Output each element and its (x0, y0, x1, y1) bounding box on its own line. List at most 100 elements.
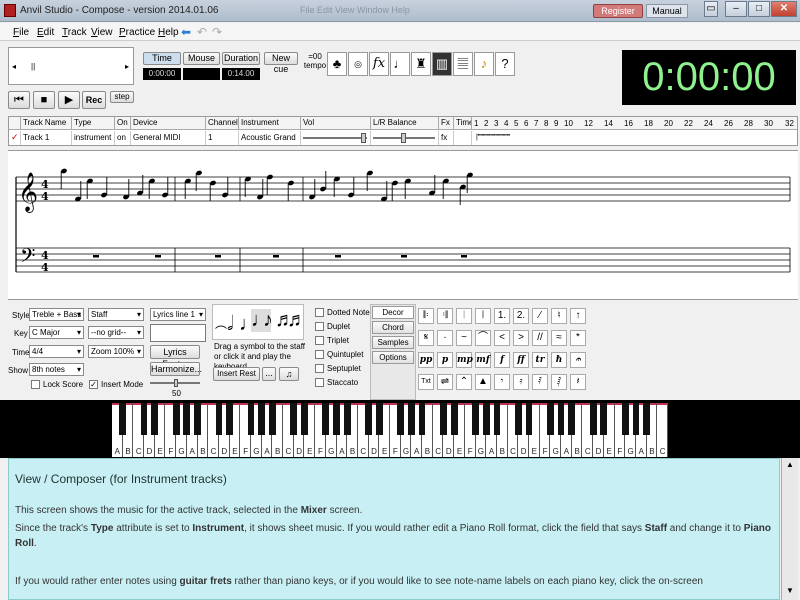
black-key[interactable] (247, 403, 255, 435)
stop-button[interactable]: ■ (33, 91, 55, 109)
metronome-icon[interactable]: ♣ (327, 52, 347, 76)
quintuplet-checkbox[interactable] (315, 350, 324, 359)
view-dropdown[interactable]: Staff (88, 308, 144, 321)
header-track-name[interactable]: Track Name (21, 117, 72, 130)
volume-thumb[interactable] (361, 133, 366, 143)
manual-button[interactable]: Manual (646, 4, 688, 18)
track-on-cell[interactable]: on (115, 131, 131, 145)
show-dropdown[interactable]: 8th notes (29, 363, 84, 376)
header-time[interactable]: Time (454, 117, 472, 130)
decor-symbol-1-1[interactable]: · (437, 330, 453, 346)
track-type-cell[interactable]: instrument (72, 131, 115, 145)
black-key[interactable] (621, 403, 629, 435)
black-key[interactable] (258, 403, 266, 435)
minimize-icon[interactable]: – (725, 1, 747, 17)
loop-icon[interactable]: ◎ (348, 52, 368, 76)
black-key[interactable] (493, 403, 501, 435)
decor-symbol-1-4[interactable]: < (494, 330, 510, 346)
lyrics-input[interactable] (150, 324, 206, 342)
mouse-button[interactable]: Mouse (183, 52, 220, 65)
header-channel[interactable]: Channel (206, 117, 239, 130)
decor-symbol-2-5[interactable]: ff (513, 352, 529, 368)
decor-symbol-3-0[interactable]: Txt (418, 374, 434, 390)
time-button[interactable]: Time (143, 52, 181, 65)
mixer-icon[interactable]: ♜ (411, 52, 431, 76)
black-key[interactable] (546, 403, 554, 435)
scroll-left-icon[interactable]: ◂ (12, 62, 16, 71)
key-dropdown[interactable]: C Major (29, 326, 84, 339)
tab-options[interactable]: Options (372, 351, 414, 364)
tab-chord[interactable]: Chord (372, 321, 414, 334)
header-instrument[interactable]: Instrument (239, 117, 301, 130)
harmonize-thumb[interactable] (174, 379, 178, 387)
decor-symbol-1-2[interactable]: ~ (456, 330, 472, 346)
scroll-right-icon[interactable]: ▸ (125, 62, 129, 71)
thirtysecond-note-icon[interactable]: ♬ (287, 309, 307, 332)
decor-symbol-2-1[interactable]: p (437, 352, 453, 368)
decor-symbol-3-1[interactable]: ⇌ (437, 374, 453, 390)
septuplet-checkbox[interactable] (315, 364, 324, 373)
style-dropdown[interactable]: Treble + Bass (29, 308, 84, 321)
rest-icon[interactable]: ⌒ (215, 323, 227, 340)
scroll-down-icon[interactable]: ▼ (784, 586, 796, 598)
black-key[interactable] (557, 403, 565, 435)
black-key[interactable] (226, 403, 234, 435)
decor-symbol-2-8[interactable]: 𝄐 (570, 352, 586, 368)
decor-symbol-1-5[interactable]: > (513, 330, 529, 346)
menu-help[interactable]: Help (158, 27, 179, 38)
header-fx[interactable]: Fx (439, 117, 454, 130)
volume-slider[interactable] (301, 131, 371, 145)
decor-symbol-1-8[interactable]: 𝄌 (570, 330, 586, 346)
rewind-button[interactable]: ⏮ (8, 91, 30, 109)
menu-edit[interactable]: Edit (37, 27, 54, 38)
register-button[interactable]: Register (593, 4, 643, 18)
header-type[interactable]: Type (72, 117, 115, 130)
decor-symbol-1-6[interactable]: // (532, 330, 548, 346)
tab-decor[interactable]: Decor (372, 306, 414, 319)
system-menu-icon[interactable]: ▭ (704, 1, 718, 17)
track-instrument-cell[interactable]: Acoustic Grand (239, 131, 301, 145)
guitar-icon[interactable]: ♩ (390, 52, 410, 76)
track-fx-cell[interactable]: fx (439, 131, 454, 145)
harmonize-slider[interactable] (150, 379, 200, 387)
balance-slider[interactable] (371, 131, 439, 145)
lyrics-line-dropdown[interactable]: Lyrics line 1 (150, 308, 206, 321)
position-thumb[interactable]: || (31, 62, 35, 71)
black-key[interactable] (343, 403, 351, 435)
zoom-dropdown[interactable]: Zoom 100% (88, 345, 144, 358)
fx-icon[interactable]: fx (369, 52, 389, 76)
lyrics-font-button[interactable]: Lyrics Font... (150, 345, 200, 369)
black-key[interactable] (172, 403, 180, 435)
menu-track[interactable]: Track (62, 27, 87, 38)
black-key[interactable] (514, 403, 522, 435)
black-key[interactable] (450, 403, 458, 435)
black-key[interactable] (183, 403, 191, 435)
header-balance[interactable]: L/R Balance (371, 117, 439, 130)
black-key[interactable] (407, 403, 415, 435)
piano-icon[interactable]: ▥ (432, 52, 452, 76)
black-key[interactable] (525, 403, 533, 435)
black-key[interactable] (333, 403, 340, 435)
black-key[interactable] (440, 403, 447, 435)
decor-symbol-1-0[interactable]: 𝄋 (418, 330, 434, 346)
track-name-cell[interactable]: Track 1 (21, 131, 72, 145)
decor-symbol-0-2[interactable]: 𝄀 (456, 308, 472, 324)
black-key[interactable] (397, 403, 405, 435)
black-key[interactable] (119, 403, 127, 435)
decor-symbol-2-0[interactable]: pp (418, 352, 434, 368)
play-button[interactable]: ▶ (58, 91, 80, 109)
black-key[interactable] (365, 403, 373, 435)
piano-keyboard[interactable]: ABCDEFGABCDEFGABCDEFGABCDEFGABCDEFGABCDE… (0, 400, 800, 458)
decor-symbol-3-8[interactable]: 𝄽 (570, 374, 586, 390)
decor-symbol-3-5[interactable]: 𝄿 (513, 374, 529, 390)
menu-practice[interactable]: Practice (119, 27, 155, 38)
menu-view[interactable]: View (91, 27, 113, 38)
decor-symbol-3-7[interactable]: 𝅁 (551, 374, 567, 390)
black-key[interactable] (268, 403, 276, 435)
track-bar-markers[interactable]: |''''''''''''''''''''''''''''''''''''''' (474, 131, 564, 145)
piano-keys[interactable]: ABCDEFGABCDEFGABCDEFGABCDEFGABCDEFGABCDE… (112, 403, 668, 457)
track-channel-cell[interactable]: 1 (206, 131, 239, 145)
insert-mode-checkbox[interactable]: ✓ (89, 380, 98, 389)
black-key[interactable] (194, 403, 201, 435)
decor-symbol-0-4[interactable]: 1. (494, 308, 510, 324)
